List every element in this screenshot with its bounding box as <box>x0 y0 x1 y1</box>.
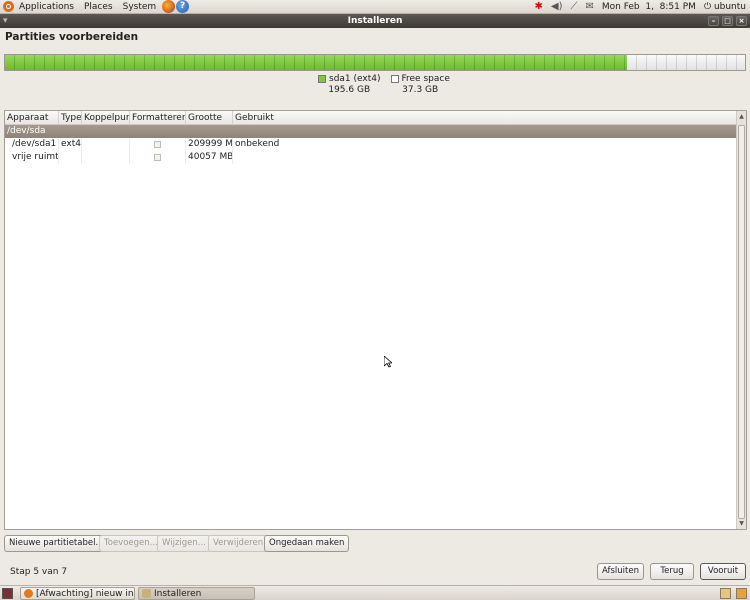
taskbar-item-browser[interactable]: [Afwachting] nieuw in ... <box>20 587 135 600</box>
cell-size: 209999 MB <box>188 138 233 151</box>
menu-system[interactable]: System <box>118 0 162 14</box>
scroll-up-icon[interactable]: ▲ <box>738 113 745 121</box>
window-title-bar[interactable]: ▾ Installeren – □ × <box>0 14 750 28</box>
legend-swatch-free <box>390 75 399 83</box>
ubuntu-logo-icon <box>3 1 14 12</box>
cell-type: ext4 <box>61 138 82 151</box>
taskbar-item-installer[interactable]: Installeren <box>138 587 255 600</box>
step-indicator: Stap 5 van 7 <box>10 567 68 577</box>
table-row[interactable]: /dev/sda1 ext4 209999 MB onbekend <box>5 138 746 151</box>
window-menu-icon[interactable]: ▾ <box>3 14 8 28</box>
partition-table[interactable]: Apparaat Type Koppelpunt Formatteren? Gr… <box>4 110 747 530</box>
menu-places[interactable]: Places <box>79 0 118 14</box>
system-tray: ✱ ◀) ⟋ ✉ Mon Feb 1, 8:51 PM ⏻ ubuntu <box>534 0 750 14</box>
page-title: Partities voorbereiden <box>5 31 139 43</box>
quit-button[interactable]: Afsluiten <box>597 563 644 580</box>
legend-label: Free space <box>401 74 450 84</box>
table-scrollbar[interactable]: ▲ ▼ <box>736 111 746 529</box>
format-checkbox[interactable] <box>154 154 161 161</box>
cell-used <box>233 151 737 164</box>
main-menu: Applications Places System ? <box>0 0 190 14</box>
legend-label: sda1 (ext4) <box>329 74 381 84</box>
cell-mount <box>82 138 130 151</box>
user-menu[interactable]: ⏻ ubuntu <box>704 2 746 12</box>
column-header-format[interactable]: Formatteren? <box>130 111 186 125</box>
new-partition-table-button[interactable]: Nieuwe partitietabel... <box>4 535 109 552</box>
mouse-cursor-icon <box>384 356 392 368</box>
scroll-thumb[interactable] <box>738 125 745 519</box>
minimize-icon[interactable]: – <box>708 16 719 26</box>
disk-legend: sda1 (ext4) 195.6 GB Free space 37.3 GB <box>318 74 450 95</box>
cell-device: vrije ruimte <box>5 151 59 164</box>
mail-icon[interactable]: ✉ <box>585 0 593 14</box>
disk-segment-free <box>626 55 745 70</box>
column-header-used[interactable]: Gebruikt <box>233 111 737 125</box>
format-checkbox[interactable] <box>154 141 161 148</box>
top-panel: Applications Places System ? ✱ ◀) ⟋ ✉ Mo… <box>0 0 750 14</box>
bottom-panel: [Afwachting] nieuw in ... Installeren <box>0 585 750 600</box>
scroll-down-icon[interactable]: ▼ <box>738 520 745 528</box>
cell-mount <box>82 151 130 164</box>
column-header-mount[interactable]: Koppelpunt <box>82 111 130 125</box>
taskbar-item-label: Installeren <box>154 588 202 599</box>
column-header-type[interactable]: Type <box>59 111 82 125</box>
maximize-icon[interactable]: □ <box>722 16 733 26</box>
clock[interactable]: Mon Feb 1, 8:51 PM <box>602 2 696 12</box>
window-title: Installeren <box>347 16 403 26</box>
column-header-size[interactable]: Grootte <box>186 111 233 125</box>
network-icon[interactable]: ⟋ <box>570 0 577 14</box>
disk-segment-sda1 <box>5 55 627 70</box>
cell-type <box>59 151 82 164</box>
help-launcher-icon[interactable]: ? <box>176 0 190 13</box>
cell-used: onbekend <box>235 139 280 149</box>
cell-format <box>130 138 186 151</box>
volume-icon[interactable]: ◀) <box>551 0 563 14</box>
forward-button[interactable]: Vooruit <box>700 563 746 580</box>
legend-item-free: Free space 37.3 GB <box>390 74 450 95</box>
show-desktop-icon[interactable] <box>2 588 13 599</box>
cell-device: /dev/sda1 <box>5 138 59 151</box>
revert-button[interactable]: Ongedaan maken <box>264 535 350 552</box>
table-group-row[interactable]: /dev/sda <box>5 125 746 138</box>
cell-format <box>130 151 186 164</box>
legend-swatch-sda1 <box>318 75 326 83</box>
delete-button[interactable]: Verwijderen <box>208 535 269 552</box>
user-name: ubuntu <box>713 1 746 12</box>
firefox-icon <box>24 589 33 598</box>
menu-applications[interactable]: Applications <box>14 0 79 14</box>
taskbar-item-label: [Afwachting] nieuw in ... <box>36 588 135 599</box>
change-button[interactable]: Wijzigen... <box>157 535 211 552</box>
power-icon: ⏻ <box>703 1 712 12</box>
legend-item-sda1: sda1 (ext4) 195.6 GB <box>318 74 381 95</box>
trash-icon[interactable] <box>736 588 747 599</box>
table-row[interactable]: vrije ruimte 40057 MB <box>5 151 746 164</box>
cell-size: 40057 MB <box>188 151 233 164</box>
column-header-device[interactable]: Apparaat <box>5 111 59 125</box>
firefox-launcher-icon[interactable] <box>162 0 176 13</box>
legend-size: 195.6 GB <box>328 85 371 95</box>
workspace-switcher-icon[interactable] <box>720 588 731 599</box>
window-controls: – □ × <box>708 16 747 26</box>
close-icon[interactable]: × <box>736 16 747 26</box>
table-header: Apparaat Type Koppelpunt Formatteren? Gr… <box>5 111 746 125</box>
update-alert-icon[interactable]: ✱ <box>534 0 542 14</box>
disk-usage-bar <box>4 54 746 71</box>
add-button[interactable]: Toevoegen... <box>99 535 163 552</box>
back-button[interactable]: Terug <box>650 563 694 580</box>
installer-icon <box>142 589 151 598</box>
legend-size: 37.3 GB <box>402 85 439 95</box>
